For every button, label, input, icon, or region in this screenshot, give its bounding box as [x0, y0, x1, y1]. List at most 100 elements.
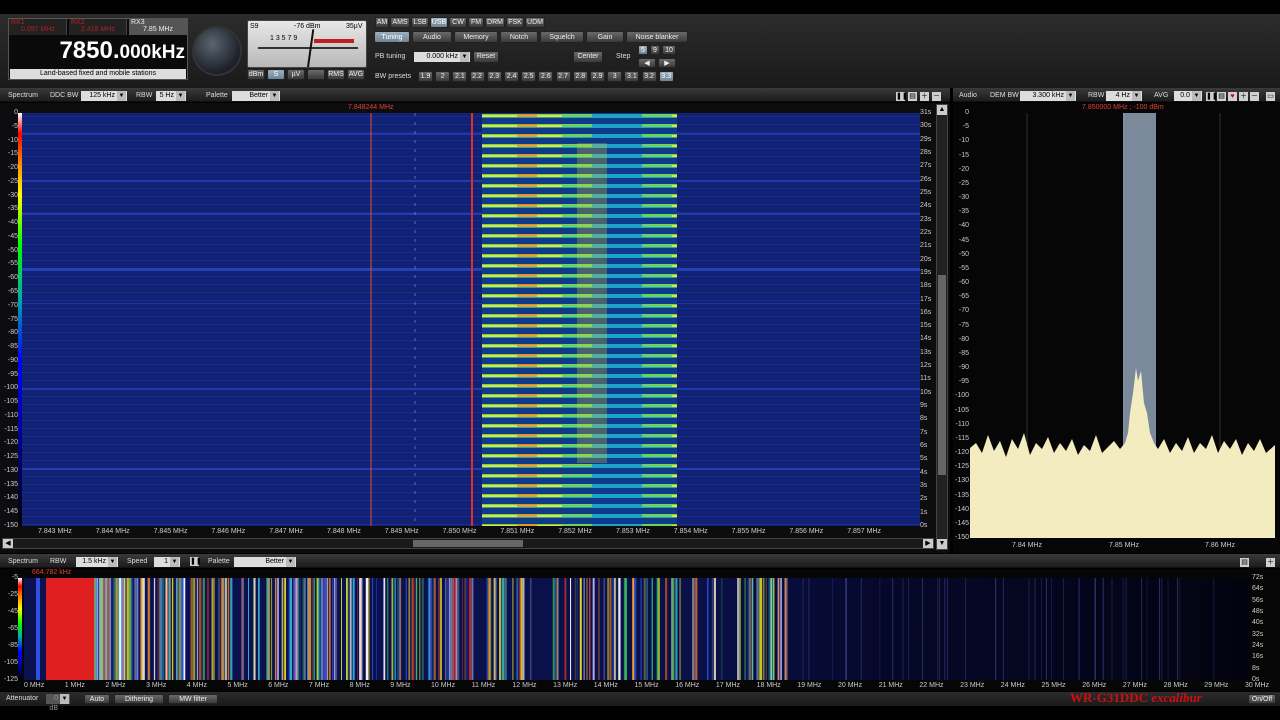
brand-model: WR-G31DDC [1070, 690, 1148, 705]
center-button[interactable]: Center [573, 51, 603, 63]
audio-zoom-in-icon[interactable]: ＋ [1239, 92, 1248, 101]
smeter-rms-button[interactable]: RMS [327, 69, 345, 80]
hscroll-left-icon[interactable]: ◀ [3, 539, 13, 548]
wide-x-tick: 29 MHz [1204, 682, 1229, 689]
auto-button[interactable]: Auto [84, 694, 110, 704]
wide-signal-line [554, 578, 557, 680]
reset-button[interactable]: Reset [473, 51, 499, 63]
spectrum-vscroll[interactable]: ▲ ▼ [936, 104, 948, 550]
wide-signal-line [328, 578, 331, 680]
bw-preset-button[interactable]: 3.2 [641, 71, 657, 82]
bw-preset-button[interactable]: 2.8 [572, 71, 588, 82]
mode-udm-button[interactable]: UDM [525, 17, 545, 28]
wide-menu-icon[interactable]: ▤ [1240, 558, 1249, 567]
pb-tuning-select[interactable]: 0.000 kHz [414, 52, 470, 62]
tab-memory[interactable]: Memory [454, 31, 498, 43]
pause-icon[interactable]: ❚❚ [896, 92, 908, 101]
bw-preset-button[interactable]: 2.4 [504, 71, 519, 82]
wide-pause-icon[interactable]: ❚❚ [190, 557, 202, 566]
audio-y-tick: -40 [958, 222, 969, 230]
bw-preset-button[interactable]: 3.3 [658, 71, 674, 82]
tab-squelch[interactable]: Squelch [540, 31, 584, 43]
smeter-unit-dbm[interactable]: dBm [247, 69, 265, 80]
vscroll-up-icon[interactable]: ▲ [937, 105, 947, 115]
wide-signal-line [372, 578, 374, 680]
wide-zoom-icon[interactable]: ＋ [1266, 558, 1275, 567]
zoom-out-icon[interactable]: － [932, 92, 941, 101]
wide-y-tick: -65 [7, 625, 18, 632]
rx2-tab[interactable]: RX2 2.418 MHz [69, 19, 127, 35]
bw-preset-button[interactable]: 2.7 [555, 71, 571, 82]
tab-notch[interactable]: Notch [500, 31, 538, 43]
mode-fsk-button[interactable]: FSK [506, 17, 524, 28]
audio-zoom-out-icon[interactable]: － [1250, 92, 1259, 101]
bw-preset-button[interactable]: 2.6 [538, 71, 554, 82]
smeter-blank-button[interactable] [307, 69, 325, 80]
smeter-unit-s[interactable]: S [267, 69, 285, 80]
wide-rbw-select[interactable]: 1.5 kHz [76, 557, 118, 567]
step-5-button[interactable]: 5 [638, 45, 648, 55]
dem-bw-select[interactable]: 3.300 kHz [1020, 91, 1076, 101]
wide-speed-select[interactable]: 1 [154, 557, 180, 567]
frequency-readout[interactable]: 7850.000kHz [11, 37, 185, 65]
tab-tuning[interactable]: Tuning [374, 31, 410, 43]
mode-cw-button[interactable]: CW [449, 17, 467, 28]
vscroll-down-icon[interactable]: ▼ [937, 539, 947, 549]
step-right-icon[interactable]: ▶ [658, 58, 676, 68]
wide-signal-line [206, 578, 210, 680]
mode-fm-button[interactable]: FM [468, 17, 484, 28]
audio-noise-floor [970, 368, 1275, 538]
mode-drm-button[interactable]: DRM [485, 17, 505, 28]
step-left-icon[interactable]: ◀ [638, 58, 656, 68]
bw-preset-button[interactable]: 2.2 [469, 71, 485, 82]
wide-signal-line [423, 578, 424, 680]
wide-waterfall[interactable] [24, 578, 1250, 680]
bw-preset-button[interactable]: 3 [607, 71, 623, 82]
bw-preset-button[interactable]: 3.1 [624, 71, 640, 82]
mode-lsb-button[interactable]: LSB [411, 17, 429, 28]
wide-palette-select[interactable]: Better [234, 557, 296, 567]
menu-icon[interactable]: ▤ [908, 92, 917, 101]
attenuator-select[interactable]: 0 dB [46, 694, 70, 712]
step-9-button[interactable]: 9 [650, 45, 660, 55]
tab-audio[interactable]: Audio [412, 31, 452, 43]
rx1-tab[interactable]: RX1 0.097 MHz [9, 19, 67, 35]
hscroll-right-icon[interactable]: ▶ [923, 539, 933, 548]
tab-noise-blanker[interactable]: Noise blanker [626, 31, 688, 43]
audio-marker-icon[interactable]: ♥ [1228, 92, 1237, 101]
wide-signal-line [433, 578, 435, 680]
mode-am-button[interactable]: AM [375, 17, 389, 28]
audio-pause-icon[interactable]: ❚❚ [1206, 92, 1218, 101]
bw-preset-button[interactable]: 2.3 [486, 71, 502, 82]
bw-preset-button[interactable]: 2.9 [590, 71, 605, 82]
mode-usb-button[interactable]: USB [430, 17, 448, 28]
smeter-avg-button[interactable]: AVG [347, 69, 365, 80]
on-off-button[interactable]: On/Off [1248, 694, 1276, 704]
step-10-button[interactable]: 10 [662, 45, 676, 55]
mode-ams-button[interactable]: AMS [390, 17, 410, 28]
ddc-bw-select[interactable]: 125 kHz [81, 91, 127, 101]
bw-preset-button[interactable]: 2 [435, 71, 451, 82]
smeter-unit-uv[interactable]: µV [287, 69, 305, 80]
audio-rbw-select[interactable]: 4 Hz [1106, 91, 1142, 101]
spectrum-waterfall[interactable] [22, 113, 920, 526]
bw-preset-button[interactable]: 1.9 [418, 71, 433, 82]
vscroll-thumb[interactable] [938, 275, 946, 475]
rx3-tab[interactable]: RX3 7.85 MHz [129, 19, 187, 35]
spectrum-hscroll[interactable]: ◀ ▶ [2, 538, 934, 549]
audio-spectrum-plot[interactable] [970, 113, 1275, 538]
bw-preset-button[interactable]: 2.1 [452, 71, 468, 82]
spectrum-rbw-select[interactable]: 5 Hz [156, 91, 186, 101]
audio-menu-icon[interactable]: ▤ [1217, 92, 1226, 101]
tab-gain[interactable]: Gain [586, 31, 624, 43]
mw-filter-button[interactable]: MW filter [168, 694, 218, 704]
hscroll-thumb[interactable] [413, 540, 523, 547]
audio-avg-select[interactable]: 0.0 s [1174, 91, 1202, 109]
spectrum-palette-select[interactable]: Better [232, 91, 280, 101]
zoom-in-icon[interactable]: ＋ [920, 92, 929, 101]
bw-preset-button[interactable]: 2.5 [521, 71, 537, 82]
dithering-button[interactable]: Dithering [114, 694, 164, 704]
tuning-knob[interactable] [192, 26, 242, 76]
audio-expand-icon[interactable]: ▭ [1266, 92, 1275, 101]
wide-signal-line [1062, 578, 1064, 680]
